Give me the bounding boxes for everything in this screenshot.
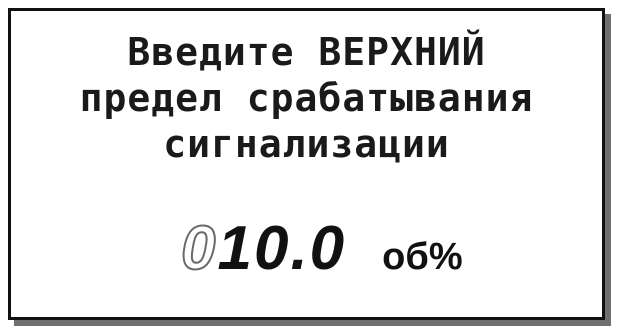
- threshold-value[interactable]: 010.0: [180, 209, 347, 289]
- prompt-line-3: сигнализации: [163, 122, 450, 166]
- prompt-line-2: предел срабатывания: [79, 76, 534, 120]
- unit-label: об%: [382, 236, 463, 278]
- prompt-text: Введите ВЕРХНИЙ предел срабатывания сигн…: [11, 29, 602, 167]
- lcd-display: Введите ВЕРХНИЙ предел срабатывания сигн…: [8, 8, 605, 320]
- editing-digit-cursor[interactable]: 0: [180, 213, 217, 284]
- value-entry[interactable]: 010.0 об%: [180, 209, 463, 289]
- value-digits: 10.0: [217, 214, 347, 283]
- prompt-line-1: Введите ВЕРХНИЙ: [127, 30, 486, 74]
